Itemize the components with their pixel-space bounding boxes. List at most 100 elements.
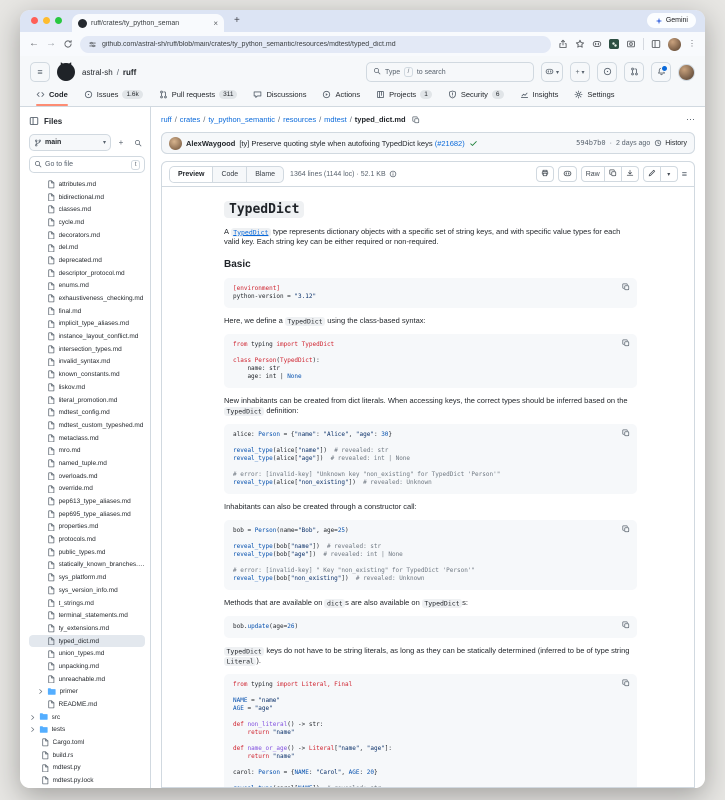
maximize-window-button[interactable] [55,17,62,24]
chevron-right-icon[interactable] [37,688,44,695]
breadcrumb-link-ruff[interactable]: ruff [161,115,172,124]
view-tab-blame[interactable]: Blame [247,167,283,182]
commit-author[interactable]: AlexWaygood [186,139,235,148]
tree-file-pep695_type_aliases.md[interactable]: pep695_type_aliases.md [29,508,145,521]
add-file-button[interactable]: + [114,136,128,150]
print-button[interactable] [536,166,554,182]
tree-file-t_strings.md[interactable]: t_strings.md [29,597,145,610]
tree-file-exhaustiveness_checking.md[interactable]: exhaustiveness_checking.md [29,292,145,305]
tree-file-sys_version_info.md[interactable]: sys_version_info.md [29,584,145,597]
tree-file-bidirectional.md[interactable]: bidirectional.md [29,191,145,204]
copy-code-icon[interactable] [622,525,630,533]
tree-file-mdtest_custom_typeshed.md[interactable]: mdtest_custom_typeshed.md [29,419,145,432]
back-button[interactable]: ← [29,39,39,49]
user-avatar[interactable] [678,64,695,81]
raw-button[interactable]: Raw [581,166,605,182]
outline-button[interactable]: ≡ [682,169,687,179]
global-search-input[interactable]: Type / to search [366,62,534,82]
tree-file-unpacking.md[interactable]: unpacking.md [29,660,145,673]
tree-file-del.md[interactable]: del.md [29,241,145,254]
browser-profile-avatar[interactable] [668,38,681,51]
chevron-right-icon[interactable] [29,714,36,721]
history-button[interactable]: History [654,139,687,147]
repo-tab-security[interactable]: Security6 [442,85,510,106]
chevron-right-icon[interactable] [29,726,36,733]
repo-tab-issues[interactable]: Issues1.6k [78,85,149,106]
tree-file-mdtest.py.lock[interactable]: mdtest.py.lock [29,774,145,787]
copy-code-icon[interactable] [622,339,630,347]
copy-code-icon[interactable] [622,621,630,629]
repo-tab-insights[interactable]: Insights [514,85,565,106]
checks-passed-icon[interactable] [469,139,478,148]
site-settings-icon[interactable] [88,40,97,49]
branch-selector[interactable]: main ▾ [29,134,111,151]
tree-file-unreachable.md[interactable]: unreachable.md [29,673,145,686]
file-info-icon[interactable] [389,170,397,178]
inline-code-link[interactable]: TypedDict [231,227,271,236]
tree-file-attributes.md[interactable]: attributes.md [29,178,145,191]
repo-link[interactable]: ruff [123,68,136,77]
tree-file-final.md[interactable]: final.md [29,305,145,318]
go-to-file-input[interactable]: Go to file t [29,156,145,173]
minimize-window-button[interactable] [43,17,50,24]
tree-file-deprecated.md[interactable]: deprecated.md [29,254,145,267]
extension-lens-icon[interactable] [626,39,636,49]
browser-tab[interactable]: ruff/crates/ty_python_seman × [72,14,224,32]
new-tab-button[interactable]: + [234,15,240,26]
tree-file-public_types.md[interactable]: public_types.md [29,546,145,559]
browser-menu-icon[interactable]: ⋮ [688,40,696,48]
tree-file-terminal_statements.md[interactable]: terminal_statements.md [29,609,145,622]
tree-file-pep613_type_aliases.md[interactable]: pep613_type_aliases.md [29,495,145,508]
tree-file-build.rs[interactable]: build.rs [29,749,145,762]
download-button[interactable] [622,166,639,182]
extension-green-icon[interactable] [609,39,619,49]
copy-raw-button[interactable] [605,166,622,182]
close-tab-icon[interactable]: × [213,19,218,28]
tree-file-README.md[interactable]: README.md [29,698,145,711]
edit-dropdown-button[interactable]: ▾ [661,166,678,182]
window-controls[interactable] [31,17,62,24]
close-window-button[interactable] [31,17,38,24]
tree-file-classes.md[interactable]: classes.md [29,203,145,216]
tree-file-union_types.md[interactable]: union_types.md [29,647,145,660]
tree-file-decorators.md[interactable]: decorators.md [29,229,145,242]
tree-file-Cargo.toml[interactable]: Cargo.toml [29,736,145,749]
copy-code-icon[interactable] [622,679,630,687]
tree-file-ty_extensions.md[interactable]: ty_extensions.md [29,622,145,635]
notifications-button[interactable] [651,62,671,82]
latest-commit-bar[interactable]: AlexWaygood [ty] Preserve quoting style … [161,132,695,154]
extension-icon[interactable] [592,39,602,49]
copilot-file-button[interactable] [558,166,577,182]
breadcrumb-link-crates[interactable]: crates [180,115,200,124]
create-new-button[interactable]: + ▾ [570,62,590,82]
copilot-button[interactable]: ▾ [541,62,563,82]
repo-tab-settings[interactable]: Settings [568,85,620,106]
hamburger-menu-button[interactable]: ≡ [30,62,50,82]
url-bar[interactable]: github.com/astral-sh/ruff/blob/main/crat… [80,36,551,53]
tree-file-literal_promotion.md[interactable]: literal_promotion.md [29,394,145,407]
tree-file-known_constants.md[interactable]: known_constants.md [29,368,145,381]
tree-file-named_tuple.md[interactable]: named_tuple.md [29,457,145,470]
share-icon[interactable] [558,39,568,49]
search-files-button[interactable] [131,136,145,150]
tree-file-metaclass.md[interactable]: metaclass.md [29,432,145,445]
tree-file-descriptor_protocol.md[interactable]: descriptor_protocol.md [29,267,145,280]
tree-file-enums.md[interactable]: enums.md [29,280,145,293]
collapse-sidebar-icon[interactable] [29,116,39,126]
edit-button[interactable] [643,166,661,182]
view-tab-code[interactable]: Code [213,167,247,182]
more-options-icon[interactable]: ⋯ [686,114,695,125]
github-logo[interactable] [57,63,75,81]
sidepanel-icon[interactable] [651,39,661,49]
your-pull-requests-button[interactable] [624,62,644,82]
tree-file-mro.md[interactable]: mro.md [29,444,145,457]
tree-file-instance_layout_conflict.md[interactable]: instance_layout_conflict.md [29,330,145,343]
repo-tab-actions[interactable]: Actions [316,85,366,106]
commit-author-avatar[interactable] [169,137,182,150]
repo-tab-projects[interactable]: Projects1 [370,85,438,106]
gemini-button[interactable]: Gemini [647,13,696,28]
tree-folder-primer[interactable]: primer [29,686,145,699]
tree-file-protocols.md[interactable]: protocols.md [29,533,145,546]
org-link[interactable]: astral-sh [82,68,113,77]
bookmark-star-icon[interactable] [575,39,585,49]
